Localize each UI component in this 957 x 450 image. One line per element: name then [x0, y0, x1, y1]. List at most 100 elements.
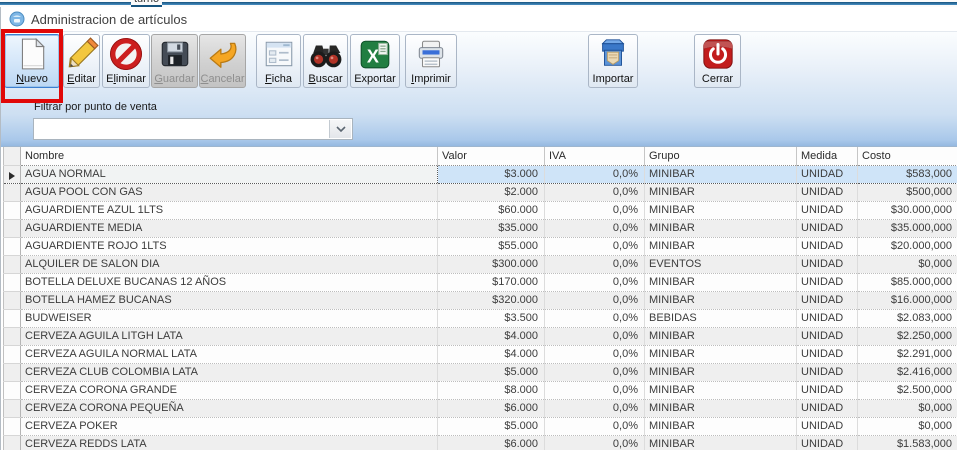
row-selector[interactable]	[4, 309, 21, 327]
cell-nombre[interactable]: CERVEZA CORONA PEQUEÑA	[21, 399, 438, 417]
row-selector[interactable]	[4, 381, 21, 399]
cell-grupo[interactable]: MINIBAR	[645, 219, 797, 237]
cell-grupo[interactable]: MINIBAR	[645, 363, 797, 381]
toolbar-button-importar[interactable]: Importar	[588, 34, 638, 88]
table-row[interactable]: ALQUILER DE SALON DIA$300.0000,0%EVENTOS…	[4, 255, 957, 273]
cell-costo[interactable]: $1.583,000	[858, 435, 957, 450]
cell-medida[interactable]: UNIDAD	[797, 237, 858, 255]
cell-valor[interactable]: $2.000	[438, 183, 545, 201]
row-selector[interactable]	[4, 417, 21, 435]
row-selector[interactable]	[4, 399, 21, 417]
cell-grupo[interactable]: BEBIDAS	[645, 309, 797, 327]
row-selector[interactable]	[4, 183, 21, 201]
cell-costo[interactable]: $20.000,000	[858, 237, 957, 255]
cell-grupo[interactable]: MINIBAR	[645, 345, 797, 363]
cell-iva[interactable]: 0,0%	[545, 273, 645, 291]
cell-grupo[interactable]: MINIBAR	[645, 273, 797, 291]
cell-iva[interactable]: 0,0%	[545, 399, 645, 417]
cell-costo[interactable]: $0,000	[858, 417, 957, 435]
cell-valor[interactable]: $6.000	[438, 435, 545, 450]
table-row[interactable]: CERVEZA CLUB COLOMBIA LATA$5.0000,0%MINI…	[4, 363, 957, 381]
row-selector-current[interactable]	[4, 165, 21, 183]
table-row[interactable]: BOTELLA DELUXE BUCANAS 12 AÑOS$170.0000,…	[4, 273, 957, 291]
cell-medida[interactable]: UNIDAD	[797, 309, 858, 327]
cell-iva[interactable]: 0,0%	[545, 309, 645, 327]
table-row[interactable]: AGUARDIENTE ROJO 1LTS$55.0000,0%MINIBARU…	[4, 237, 957, 255]
cell-grupo[interactable]: MINIBAR	[645, 381, 797, 399]
cell-nombre[interactable]: AGUA NORMAL	[21, 165, 438, 183]
cell-nombre[interactable]: CERVEZA REDDS LATA	[21, 435, 438, 450]
cell-nombre[interactable]: AGUARDIENTE MEDIA	[21, 219, 438, 237]
cell-medida[interactable]: UNIDAD	[797, 345, 858, 363]
cell-iva[interactable]: 0,0%	[545, 255, 645, 273]
cell-iva[interactable]: 0,0%	[545, 237, 645, 255]
table-row[interactable]: AGUA NORMAL$3.0000,0%MINIBARUNIDAD$583,0…	[4, 165, 957, 183]
cell-nombre[interactable]: CERVEZA POKER	[21, 417, 438, 435]
cell-valor[interactable]: $60.000	[438, 201, 545, 219]
row-selector[interactable]	[4, 219, 21, 237]
cell-medida[interactable]: UNIDAD	[797, 273, 858, 291]
cell-valor[interactable]: $170.000	[438, 273, 545, 291]
cell-grupo[interactable]: MINIBAR	[645, 183, 797, 201]
cell-medida[interactable]: UNIDAD	[797, 363, 858, 381]
row-selector[interactable]	[4, 255, 21, 273]
column-header-grupo[interactable]: Grupo	[645, 147, 797, 165]
cell-valor[interactable]: $3.000	[438, 165, 545, 183]
row-selector[interactable]	[4, 237, 21, 255]
cell-nombre[interactable]: AGUA POOL CON GAS	[21, 183, 438, 201]
cell-nombre[interactable]: BOTELLA HAMEZ BUCANAS	[21, 291, 438, 309]
cell-valor[interactable]: $35.000	[438, 219, 545, 237]
cell-nombre[interactable]: ALQUILER DE SALON DIA	[21, 255, 438, 273]
cell-iva[interactable]: 0,0%	[545, 219, 645, 237]
table-row[interactable]: CERVEZA AGUILA NORMAL LATA$4.0000,0%MINI…	[4, 345, 957, 363]
cell-medida[interactable]: UNIDAD	[797, 165, 858, 183]
table-row[interactable]: CERVEZA REDDS LATA$6.0000,0%MINIBARUNIDA…	[4, 435, 957, 450]
cell-nombre[interactable]: CERVEZA AGUILA NORMAL LATA	[21, 345, 438, 363]
cell-grupo[interactable]: MINIBAR	[645, 165, 797, 183]
cell-iva[interactable]: 0,0%	[545, 201, 645, 219]
cell-valor[interactable]: $3.500	[438, 309, 545, 327]
cell-valor[interactable]: $320.000	[438, 291, 545, 309]
cell-grupo[interactable]: EVENTOS	[645, 255, 797, 273]
cell-valor[interactable]: $6.000	[438, 399, 545, 417]
cell-nombre[interactable]: AGUARDIENTE ROJO 1LTS	[21, 237, 438, 255]
table-row[interactable]: AGUARDIENTE AZUL 1LTS$60.0000,0%MINIBARU…	[4, 201, 957, 219]
row-selector[interactable]	[4, 291, 21, 309]
cell-medida[interactable]: UNIDAD	[797, 435, 858, 450]
row-selector[interactable]	[4, 363, 21, 381]
cell-medida[interactable]: UNIDAD	[797, 183, 858, 201]
cell-medida[interactable]: UNIDAD	[797, 219, 858, 237]
cell-iva[interactable]: 0,0%	[545, 363, 645, 381]
table-row[interactable]: AGUA POOL CON GAS$2.0000,0%MINIBARUNIDAD…	[4, 183, 957, 201]
toolbar-button-buscar[interactable]: Buscar	[303, 34, 348, 88]
table-row[interactable]: CERVEZA AGUILA LITGH LATA$4.0000,0%MINIB…	[4, 327, 957, 345]
table-row[interactable]: BUDWEISER$3.5000,0%BEBIDASUNIDAD$2.083,0…	[4, 309, 957, 327]
cell-nombre[interactable]: CERVEZA AGUILA LITGH LATA	[21, 327, 438, 345]
cell-iva[interactable]: 0,0%	[545, 327, 645, 345]
table-row[interactable]: AGUARDIENTE MEDIA$35.0000,0%MINIBARUNIDA…	[4, 219, 957, 237]
cell-costo[interactable]: $0,000	[858, 399, 957, 417]
cell-grupo[interactable]: MINIBAR	[645, 201, 797, 219]
cell-costo[interactable]: $16.000,000	[858, 291, 957, 309]
toolbar-button-ficha[interactable]: Ficha	[256, 34, 301, 88]
cell-costo[interactable]: $2.416,000	[858, 363, 957, 381]
cell-medida[interactable]: UNIDAD	[797, 327, 858, 345]
row-selector[interactable]	[4, 345, 21, 363]
toolbar-button-imprimir[interactable]: Imprimir	[405, 34, 457, 88]
toolbar-button-editar[interactable]: Editar	[63, 34, 100, 88]
cell-grupo[interactable]: MINIBAR	[645, 435, 797, 450]
column-header-medida[interactable]: Medida	[797, 147, 858, 165]
cell-valor[interactable]: $8.000	[438, 381, 545, 399]
toolbar-button-cerrar[interactable]: Cerrar	[694, 34, 741, 88]
table-row[interactable]: BOTELLA HAMEZ BUCANAS$320.0000,0%MINIBAR…	[4, 291, 957, 309]
cell-iva[interactable]: 0,0%	[545, 417, 645, 435]
column-header-nombre[interactable]: Nombre	[21, 147, 438, 165]
cell-costo[interactable]: $2.291,000	[858, 345, 957, 363]
cell-grupo[interactable]: MINIBAR	[645, 237, 797, 255]
cell-nombre[interactable]: CERVEZA CLUB COLOMBIA LATA	[21, 363, 438, 381]
cell-valor[interactable]: $5.000	[438, 363, 545, 381]
cell-nombre[interactable]: BUDWEISER	[21, 309, 438, 327]
column-header-valor[interactable]: Valor	[438, 147, 545, 165]
cell-grupo[interactable]: MINIBAR	[645, 327, 797, 345]
row-selector[interactable]	[4, 327, 21, 345]
